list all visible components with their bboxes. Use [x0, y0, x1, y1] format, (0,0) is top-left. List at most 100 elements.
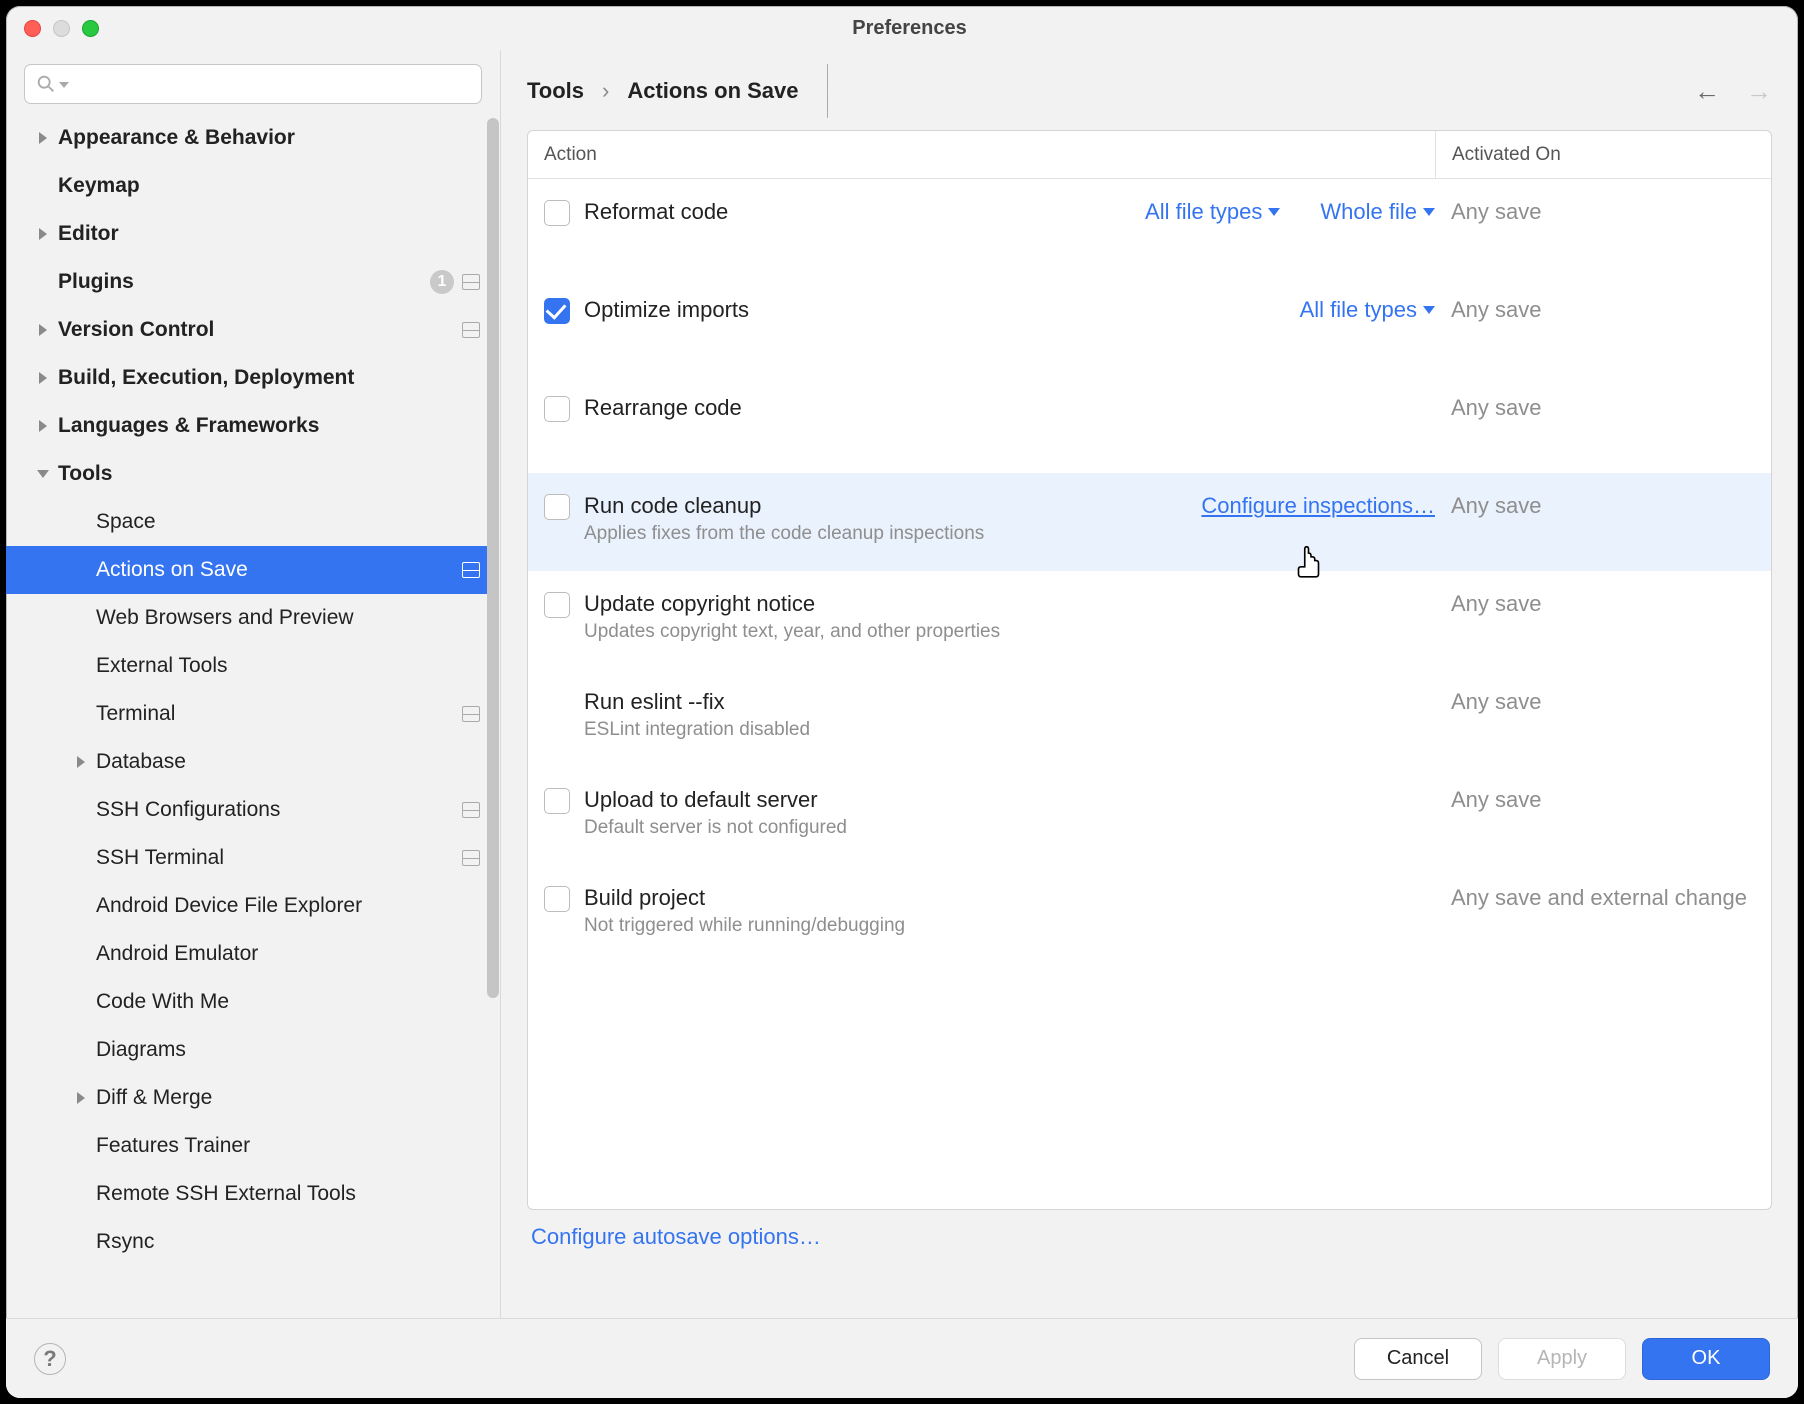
ok-button[interactable]: OK: [1642, 1338, 1770, 1380]
configure-autosave-link[interactable]: Configure autosave options…: [531, 1224, 1772, 1250]
sidebar-item-label: External Tools: [96, 654, 228, 678]
sidebar-item-appearance-behavior[interactable]: Appearance & Behavior: [6, 114, 490, 162]
sidebar-item-ssh-terminal[interactable]: SSH Terminal: [6, 834, 490, 882]
sidebar-item-diagrams[interactable]: Diagrams: [6, 1026, 490, 1074]
search-input[interactable]: [24, 64, 482, 104]
sidebar-item-diff-merge[interactable]: Diff & Merge: [6, 1074, 490, 1122]
chevron-right-icon: ›: [602, 78, 609, 104]
window-title: Preferences: [39, 17, 1780, 40]
action-row-run-code-cleanup[interactable]: Run code cleanupApplies fixes from the c…: [528, 473, 1771, 571]
sidebar-item-remote-ssh-external-tools[interactable]: Remote SSH External Tools: [6, 1170, 490, 1218]
action-label: Upload to default server: [584, 787, 1435, 813]
sidebar-item-build-execution-deployment[interactable]: Build, Execution, Deployment: [6, 354, 490, 402]
checkbox[interactable]: [544, 200, 570, 226]
breadcrumb-parent[interactable]: Tools: [527, 78, 584, 104]
sidebar-item-label: SSH Terminal: [96, 846, 224, 870]
chevron-down-icon: [28, 470, 58, 478]
activated-on-value: Any save: [1445, 395, 1755, 453]
checkbox[interactable]: [544, 592, 570, 618]
action-label: Run eslint --fix: [584, 689, 1435, 715]
sidebar-item-android-device-file-explorer[interactable]: Android Device File Explorer: [6, 882, 490, 930]
sidebar: Appearance & BehaviorKeymapEditorPlugins…: [6, 50, 501, 1318]
sidebar-item-label: Diff & Merge: [96, 1086, 212, 1110]
action-row-reformat-code[interactable]: Reformat codeAll file types Whole file A…: [528, 179, 1771, 277]
sidebar-item-label: Android Emulator: [96, 942, 258, 966]
sidebar-item-languages-frameworks[interactable]: Languages & Frameworks: [6, 402, 490, 450]
sidebar-item-label: Languages & Frameworks: [58, 414, 319, 438]
sidebar-item-android-emulator[interactable]: Android Emulator: [6, 930, 490, 978]
module-settings-icon: [462, 562, 480, 578]
sidebar-item-terminal[interactable]: Terminal: [6, 690, 490, 738]
sidebar-item-label: Keymap: [58, 174, 140, 198]
action-row-run-eslint-fix[interactable]: Run eslint --fix ESLint integration disab…: [528, 669, 1771, 767]
nav-back-button[interactable]: ←: [1694, 76, 1720, 107]
sidebar-item-label: Build, Execution, Deployment: [58, 366, 354, 390]
sidebar-item-label: Code With Me: [96, 990, 229, 1014]
sidebar-item-space[interactable]: Space: [6, 498, 490, 546]
sidebar-item-web-browsers-and-preview[interactable]: Web Browsers and Preview: [6, 594, 490, 642]
action-row-update-copyright-notice[interactable]: Update copyright notice Updates copyright…: [528, 571, 1771, 669]
column-header-action[interactable]: Action: [528, 144, 1435, 166]
breadcrumb-current: Actions on Save: [627, 78, 798, 104]
chevron-right-icon: [28, 372, 58, 384]
sidebar-item-rsync[interactable]: Rsync: [6, 1218, 490, 1266]
chevron-right-icon: [28, 132, 58, 144]
sidebar-item-label: Actions on Save: [96, 558, 248, 582]
sidebar-item-label: Database: [96, 750, 186, 774]
option-dropdown[interactable]: All file types: [1300, 297, 1435, 323]
chevron-right-icon: [28, 420, 58, 432]
sidebar-item-version-control[interactable]: Version Control: [6, 306, 490, 354]
activated-on-value: Any save: [1445, 493, 1755, 551]
sidebar-item-label: Terminal: [96, 702, 175, 726]
sidebar-item-editor[interactable]: Editor: [6, 210, 490, 258]
sidebar-item-actions-on-save[interactable]: Actions on Save: [6, 546, 490, 594]
column-header-activated[interactable]: Activated On: [1435, 131, 1771, 178]
action-label: Run code cleanup: [584, 493, 1201, 519]
cancel-button[interactable]: Cancel: [1354, 1338, 1482, 1380]
option-dropdown[interactable]: All file types: [1145, 199, 1280, 225]
action-description: Updates copyright text, year, and other …: [584, 621, 1435, 643]
action-row-build-project[interactable]: Build projectNot triggered while running…: [528, 865, 1771, 963]
option-dropdown[interactable]: Whole file: [1320, 199, 1435, 225]
sidebar-item-label: Appearance & Behavior: [58, 126, 295, 150]
sidebar-item-external-tools[interactable]: External Tools: [6, 642, 490, 690]
sidebar-item-label: Plugins: [58, 270, 134, 294]
sidebar-item-label: Features Trainer: [96, 1134, 250, 1158]
checkbox[interactable]: [544, 788, 570, 814]
chevron-right-icon: [66, 1092, 96, 1104]
sidebar-item-plugins[interactable]: Plugins1: [6, 258, 490, 306]
sidebar-item-database[interactable]: Database: [6, 738, 490, 786]
chevron-down-icon: [1423, 208, 1435, 216]
action-row-rearrange-code[interactable]: Rearrange codeAny save: [528, 375, 1771, 473]
sidebar-item-tools[interactable]: Tools: [6, 450, 490, 498]
sidebar-item-features-trainer[interactable]: Features Trainer: [6, 1122, 490, 1170]
sidebar-item-ssh-configurations[interactable]: SSH Configurations: [6, 786, 490, 834]
titlebar: Preferences: [6, 6, 1798, 50]
action-description: ESLint integration disabled: [584, 719, 1435, 741]
help-button[interactable]: ?: [34, 1343, 66, 1375]
sidebar-scrollbar[interactable]: [486, 114, 500, 1296]
module-settings-icon[interactable]: [827, 64, 828, 118]
action-row-upload-to-default-server[interactable]: Upload to default serverDefault server i…: [528, 767, 1771, 865]
action-row-optimize-imports[interactable]: Optimize importsAll file types Any save: [528, 277, 1771, 375]
activated-on-value: Any save: [1445, 297, 1755, 355]
checkbox[interactable]: [544, 494, 570, 520]
sidebar-item-label: Rsync: [96, 1230, 154, 1254]
action-label: Reformat code: [584, 199, 1145, 225]
checkbox[interactable]: [544, 396, 570, 422]
sidebar-item-keymap[interactable]: Keymap: [6, 162, 490, 210]
action-description: Not triggered while running/debugging: [584, 915, 1435, 937]
actions-table: Action Activated On Reformat codeAll fil…: [527, 130, 1772, 1210]
sidebar-item-label: Web Browsers and Preview: [96, 606, 354, 630]
checkbox[interactable]: [544, 298, 570, 324]
module-settings-icon: [462, 322, 480, 338]
chevron-down-icon: [1268, 208, 1280, 216]
checkbox[interactable]: [544, 886, 570, 912]
activated-on-value: Any save: [1445, 787, 1755, 845]
module-settings-icon: [462, 274, 480, 290]
action-label: Update copyright notice: [584, 591, 1435, 617]
sidebar-item-label: Diagrams: [96, 1038, 186, 1062]
configure-link[interactable]: Configure inspections…: [1201, 493, 1435, 519]
sidebar-item-code-with-me[interactable]: Code With Me: [6, 978, 490, 1026]
module-settings-icon: [462, 850, 480, 866]
